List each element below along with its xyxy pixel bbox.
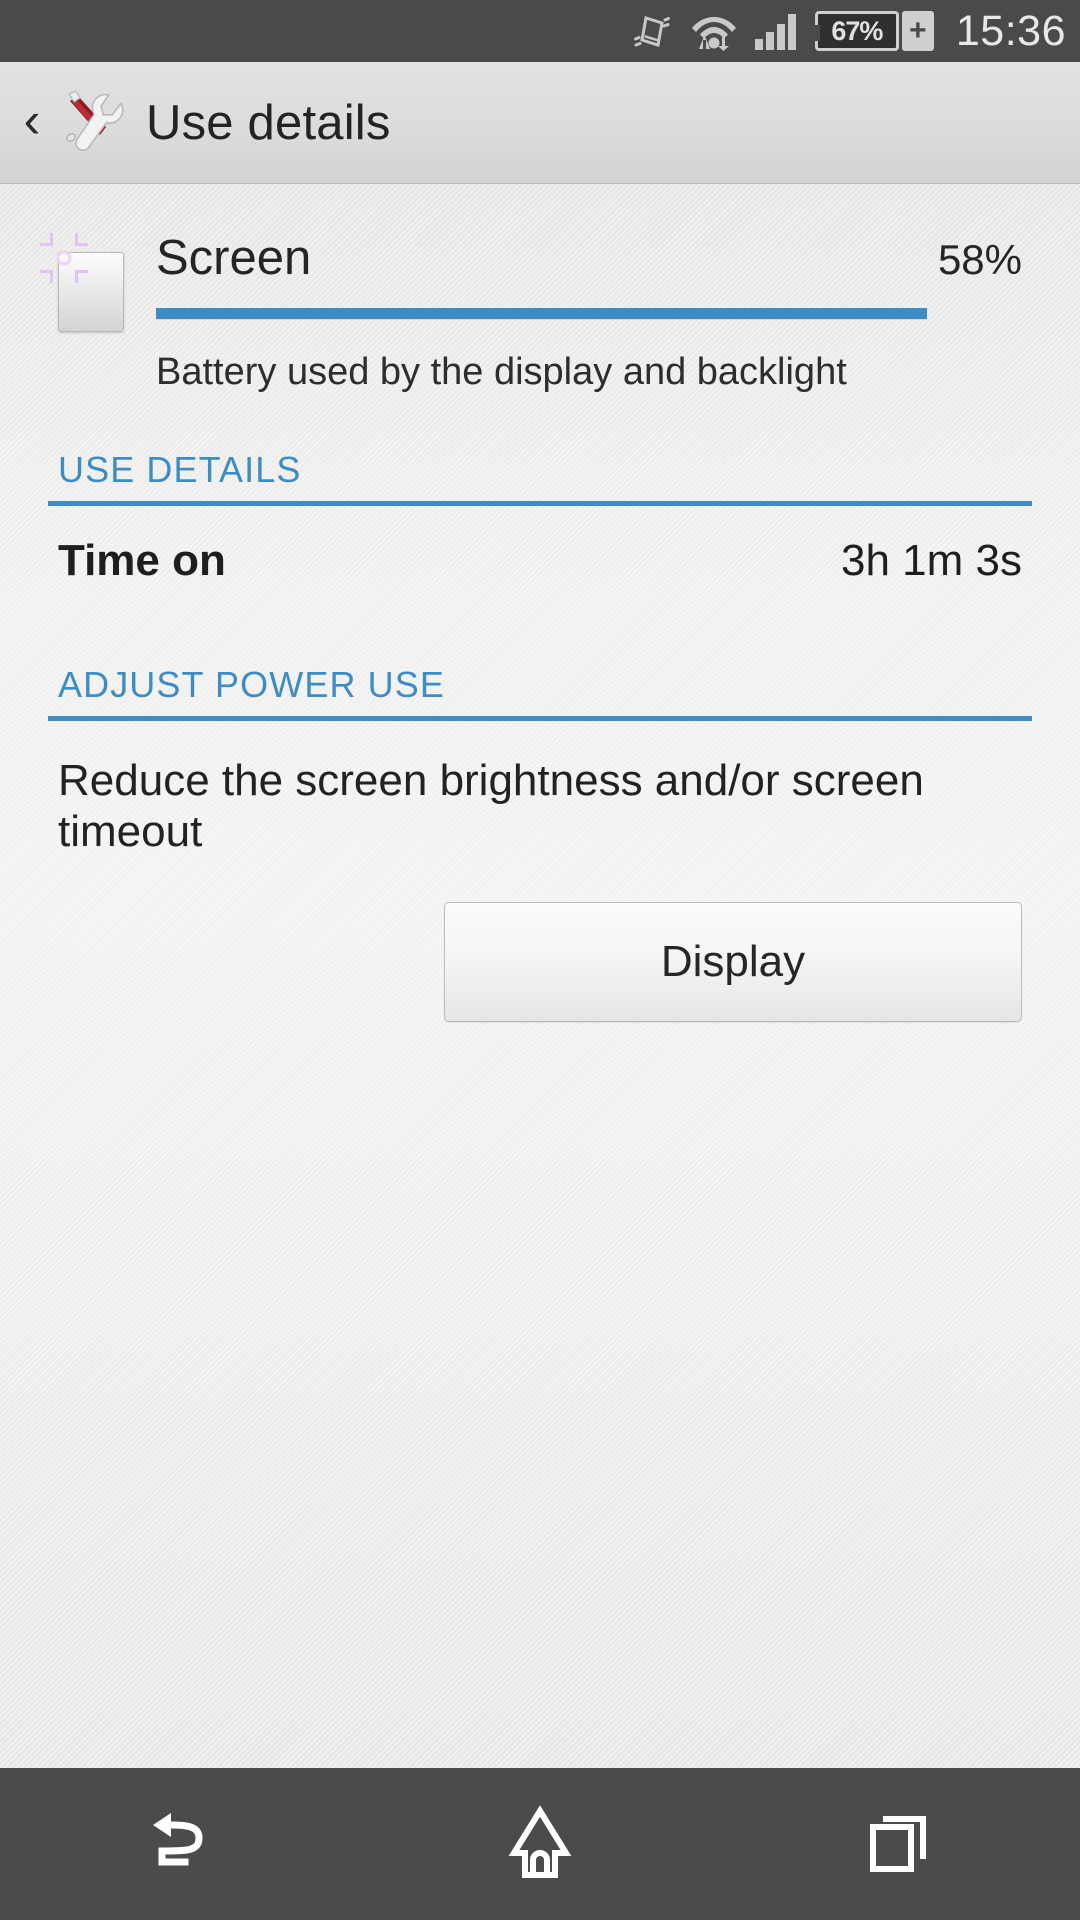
status-bar: 67% + 15:36 — [0, 0, 1080, 62]
section-header-adjust-power-use: ADJUST POWER USE — [58, 663, 445, 705]
recents-icon[interactable] — [810, 1768, 990, 1920]
table-row: Time on 3h 1m 3s — [0, 506, 1080, 612]
content-area: Screen 58% Battery used by the display a… — [0, 184, 1080, 1768]
page-title: Use details — [146, 95, 391, 150]
back-chevron-icon[interactable]: ‹ — [10, 62, 54, 183]
row-key-time-on: Time on — [58, 535, 226, 585]
back-icon[interactable] — [90, 1768, 270, 1920]
status-clock: 15:36 — [955, 6, 1066, 55]
usage-progress-fill — [156, 308, 927, 319]
phone-screen: 67% + 15:36 ‹ Use details Screen 58% Bat… — [0, 0, 1080, 1920]
battery-plus-badge: + — [901, 11, 934, 51]
battery-summary: Screen 58% Battery used by the display a… — [0, 184, 1080, 397]
screen-icon — [40, 233, 124, 332]
row-value-time-on: 3h 1m 3s — [841, 535, 1022, 585]
wifi-data-icon — [691, 10, 737, 52]
vibrate-icon — [631, 9, 675, 53]
usage-progress-bar — [156, 308, 1022, 319]
battery-body: 67% — [814, 11, 899, 51]
title-bar: ‹ Use details — [0, 62, 1080, 184]
navigation-bar — [0, 1768, 1080, 1920]
signal-bars-icon — [753, 10, 799, 52]
adjust-power-use-body: Reduce the screen brightness and/or scre… — [58, 755, 924, 857]
battery-percent-label: 67% — [831, 15, 883, 46]
section-header-use-details: USE DETAILS — [58, 448, 302, 490]
home-icon[interactable] — [450, 1768, 630, 1920]
tools-icon — [56, 87, 128, 159]
summary-item-name: Screen — [156, 231, 312, 285]
battery-icon: 67% + — [814, 11, 934, 51]
display-button[interactable]: Display — [444, 902, 1022, 1023]
summary-percent: 58% — [937, 236, 1022, 283]
summary-description: Battery used by the display and backligh… — [156, 351, 847, 393]
display-button-container: Display — [0, 858, 1080, 1023]
